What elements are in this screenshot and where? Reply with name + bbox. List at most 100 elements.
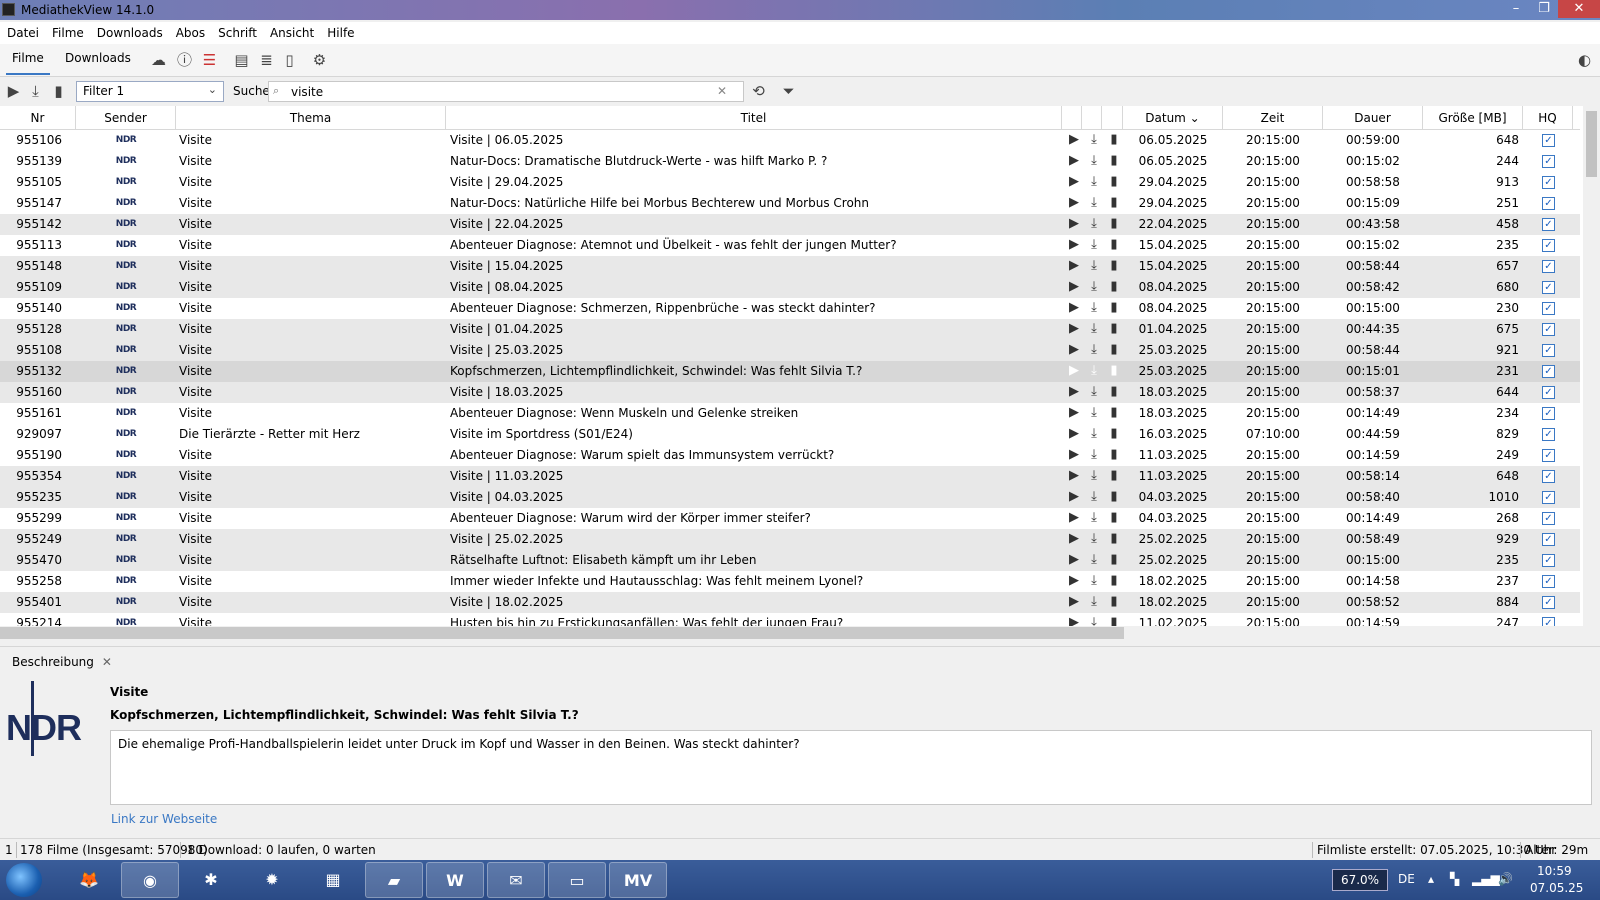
hq-checkbox[interactable]: ✓ xyxy=(1542,617,1555,626)
horizontal-scrollbar[interactable] xyxy=(0,627,1124,639)
table-row[interactable]: 955214 Visite Husten bis hin zu Erstickung… xyxy=(0,613,1580,626)
cloud-download-icon[interactable]: ☁ xyxy=(150,52,167,69)
download-icon[interactable]: ⤓ xyxy=(1087,490,1101,504)
col-groesse[interactable]: Größe [MB] xyxy=(1423,106,1523,130)
download-icon[interactable]: ⤓ xyxy=(1087,280,1101,294)
table-row[interactable]: 955160 Visite Visite | 18.03.2025 18.03.202… xyxy=(0,382,1580,403)
play-icon[interactable]: ▶ xyxy=(1067,196,1081,210)
table-row[interactable]: 955470 Visite Rätselhafte Luftnot: Elisabe… xyxy=(0,550,1580,571)
col-thema[interactable]: Thema xyxy=(176,106,446,130)
table-row[interactable]: 955108 Visite Visite | 25.03.2025 25.03.202… xyxy=(0,340,1580,361)
bookmark-icon[interactable]: ▮ xyxy=(1107,595,1121,609)
download-icon[interactable]: ⤓ xyxy=(1087,553,1101,567)
hq-checkbox[interactable]: ✓ xyxy=(1542,302,1555,315)
play-icon[interactable]: ▶ xyxy=(1067,175,1081,189)
table-row[interactable]: 955161 Visite Abenteuer Diagnose: Wenn Mus… xyxy=(0,403,1580,424)
minimize-button[interactable]: – xyxy=(1502,0,1530,18)
table-row[interactable]: 955190 Visite Abenteuer Diagnose: Warum sp… xyxy=(0,445,1580,466)
maximize-button[interactable]: ❐ xyxy=(1530,0,1558,18)
bookmark-icon[interactable]: ▮ xyxy=(1107,301,1121,315)
download-icon[interactable]: ⤓ xyxy=(1087,406,1101,420)
menu-abos[interactable]: Abos xyxy=(169,22,211,40)
play-icon[interactable]: ▶ xyxy=(1067,490,1081,504)
play-icon[interactable]: ▶ xyxy=(1067,133,1081,147)
hq-checkbox[interactable]: ✓ xyxy=(1542,365,1555,378)
cmd-icon[interactable]: ▭ xyxy=(548,862,606,898)
download-icon[interactable]: ⤓ xyxy=(1087,595,1101,609)
dark-mode-icon[interactable]: ◐ xyxy=(1576,52,1593,69)
filter-select[interactable]: Filter 1 ⌄ xyxy=(76,81,224,102)
play-icon[interactable]: ▶ xyxy=(5,83,22,100)
close-tab-icon[interactable]: ✕ xyxy=(102,655,112,669)
play-icon[interactable]: ▶ xyxy=(1067,238,1081,252)
bookmark-icon[interactable]: ▮ xyxy=(1107,469,1121,483)
bookmark-icon[interactable]: ▮ xyxy=(1107,238,1121,252)
bookmark-icon[interactable]: ▮ xyxy=(50,83,67,100)
hq-checkbox[interactable]: ✓ xyxy=(1542,344,1555,357)
col-titel[interactable]: Titel xyxy=(446,106,1062,130)
bookmark-icon[interactable]: ▮ xyxy=(1107,574,1121,588)
hq-checkbox[interactable]: ✓ xyxy=(1542,260,1555,273)
download-icon[interactable]: ⤓ xyxy=(1087,511,1101,525)
mediathekview-icon[interactable]: MV xyxy=(609,862,667,898)
menu-ansicht[interactable]: Ansicht xyxy=(263,22,320,40)
hq-checkbox[interactable]: ✓ xyxy=(1542,197,1555,210)
play-icon[interactable]: ▶ xyxy=(1067,553,1081,567)
settings-icon[interactable]: ⚙ xyxy=(311,52,328,69)
tab-beschreibung[interactable]: Beschreibung ✕ xyxy=(12,655,112,669)
download-icon[interactable]: ⤓ xyxy=(1087,133,1101,147)
hq-checkbox[interactable]: ✓ xyxy=(1542,218,1555,231)
download-icon[interactable]: ⤓ xyxy=(1087,217,1101,231)
hq-checkbox[interactable]: ✓ xyxy=(1542,134,1555,147)
hq-checkbox[interactable]: ✓ xyxy=(1542,533,1555,546)
download-icon[interactable]: ⤓ xyxy=(1087,364,1101,378)
table-row[interactable]: 955140 Visite Abenteuer Diagnose: Schmerze… xyxy=(0,298,1580,319)
play-icon[interactable]: ▶ xyxy=(1067,448,1081,462)
play-icon[interactable]: ▶ xyxy=(1067,154,1081,168)
table-row[interactable]: 955128 Visite Visite | 01.04.2025 01.04.202… xyxy=(0,319,1580,340)
table-row[interactable]: 955105 Visite Visite | 29.04.2025 29.04.202… xyxy=(0,172,1580,193)
table-row[interactable]: 955148 Visite Visite | 15.04.2025 15.04.202… xyxy=(0,256,1580,277)
menu-datei[interactable]: Datei xyxy=(0,22,45,40)
chrome-icon[interactable]: ◉ xyxy=(121,862,179,898)
bookmark-icon[interactable]: ▮ xyxy=(1107,364,1121,378)
play-icon[interactable]: ▶ xyxy=(1067,532,1081,546)
hq-checkbox[interactable]: ✓ xyxy=(1542,176,1555,189)
bookmark-icon[interactable]: ▮ xyxy=(1107,532,1121,546)
menu-downloads[interactable]: Downloads xyxy=(90,22,169,40)
hq-checkbox[interactable]: ✓ xyxy=(1542,323,1555,336)
hq-checkbox[interactable]: ✓ xyxy=(1542,491,1555,504)
download-icon[interactable]: ⤓ xyxy=(1087,574,1101,588)
signal-icon[interactable]: ▂▄▆ xyxy=(1472,872,1500,886)
safari-icon[interactable]: ✹ xyxy=(243,862,301,898)
play-icon[interactable]: ▶ xyxy=(1067,406,1081,420)
bookmark-icon[interactable]: ▮ xyxy=(1107,217,1121,231)
search-input[interactable] xyxy=(291,83,711,100)
hq-checkbox[interactable]: ✓ xyxy=(1542,428,1555,441)
tab-downloads[interactable]: Downloads xyxy=(65,51,131,65)
thunderbird-icon[interactable]: ✉ xyxy=(487,862,545,898)
download-icon[interactable]: ⤓ xyxy=(1087,175,1101,189)
hq-checkbox[interactable]: ✓ xyxy=(1542,155,1555,168)
volume-icon[interactable]: 🔊 xyxy=(1498,872,1513,886)
firefox-icon[interactable]: 🦊 xyxy=(60,862,118,898)
hq-checkbox[interactable]: ✓ xyxy=(1542,575,1555,588)
bookmark-icon[interactable]: ▮ xyxy=(1107,427,1121,441)
play-icon[interactable]: ▶ xyxy=(1067,469,1081,483)
list-view-icon[interactable]: ▤ xyxy=(233,52,250,69)
vertical-scrollbar[interactable] xyxy=(1583,106,1600,626)
download-icon[interactable]: ⤓ xyxy=(1087,322,1101,336)
bookmark-icon[interactable]: ▮ xyxy=(1107,490,1121,504)
hq-checkbox[interactable]: ✓ xyxy=(1542,386,1555,399)
col-nr[interactable]: Nr xyxy=(0,106,76,130)
play-icon[interactable]: ▶ xyxy=(1067,301,1081,315)
cpu-meter[interactable]: 67.0% xyxy=(1332,869,1388,891)
play-icon[interactable]: ▶ xyxy=(1067,511,1081,525)
bookmark-icon[interactable]: ▮ xyxy=(1107,616,1121,627)
download-icon[interactable]: ⤓ xyxy=(1087,532,1101,546)
scrollbar-thumb[interactable] xyxy=(1586,111,1597,177)
play-icon[interactable]: ▶ xyxy=(1067,595,1081,609)
tab-filme[interactable]: Filme xyxy=(6,51,50,75)
file-explorer-icon[interactable]: ▰ xyxy=(365,862,423,898)
download-icon[interactable]: ⤓ xyxy=(1087,259,1101,273)
